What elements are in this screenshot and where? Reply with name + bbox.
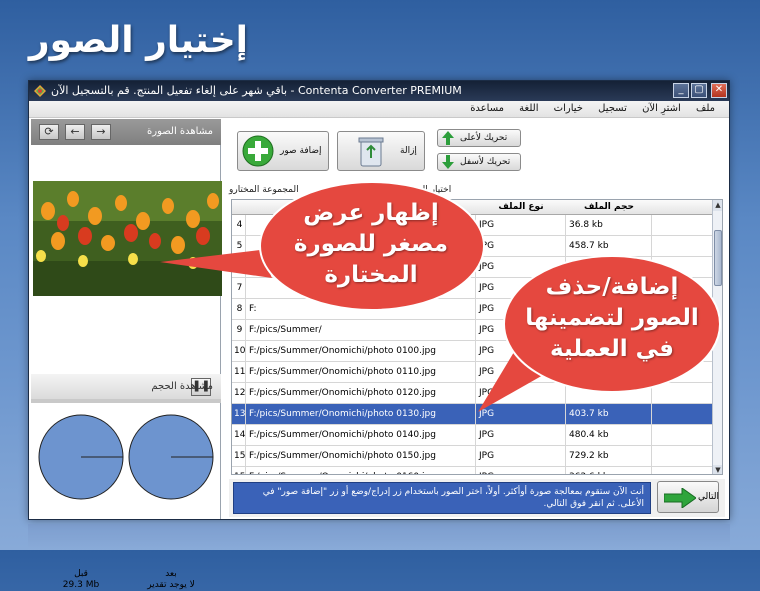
cell-size: 729.2 kb bbox=[566, 446, 652, 467]
preview-callout: إظهار عرض مصغر للصورة المختارة bbox=[160, 180, 490, 340]
cell-num: 12 bbox=[232, 383, 246, 404]
scroll-down-icon[interactable]: ▼ bbox=[713, 465, 722, 474]
before-value: 29.3 Mb bbox=[62, 580, 100, 590]
after-label: بعد bbox=[165, 569, 177, 579]
menu-options[interactable]: خيارات bbox=[548, 101, 589, 116]
page-heading: إختيار الصور bbox=[28, 20, 248, 61]
cell-num: 10 bbox=[232, 341, 246, 362]
cell-path: F:/pics/Summer/Onomichi/photo 0110.jpg bbox=[246, 362, 476, 383]
cell-extra bbox=[652, 467, 712, 474]
before-label-block: قبل 29.3 Mb bbox=[41, 569, 121, 591]
arrow-right-icon bbox=[664, 488, 696, 508]
recycle-bin-icon bbox=[358, 137, 384, 167]
cell-num: 14 bbox=[232, 425, 246, 446]
cell-extra bbox=[652, 446, 712, 467]
menu-language[interactable]: اللغة bbox=[513, 101, 544, 116]
before-label: قبل bbox=[74, 569, 88, 579]
arrow-right-icon[interactable]: → bbox=[91, 124, 111, 140]
after-value: لا يوجد تقدير bbox=[147, 580, 195, 590]
footer: أنت الآن ستقوم بمعالجة صورة أوأكثر. أولا… bbox=[229, 479, 725, 517]
preview-callout-text: إظهار عرض مصغر للصورة المختارة bbox=[293, 200, 449, 288]
remove-label: إزالة bbox=[400, 146, 417, 156]
cell-path: F:/pics/Summer/Onomichi/photo 0140.jpg bbox=[246, 425, 476, 446]
minimize-icon[interactable]: _ bbox=[673, 83, 689, 98]
table-row[interactable]: 15F:/pics/Summer/Onomichi/photo 0160.jpg… bbox=[232, 467, 712, 474]
window-title: باقي شهر على إلغاء تفعيل المنتج. قم بالت… bbox=[51, 84, 462, 97]
cell-num: 11 bbox=[232, 362, 246, 383]
table-row[interactable]: 14 F:/pics/Summer/Onomichi/photo 0140.jpg… bbox=[232, 425, 712, 446]
menu-help[interactable]: مساعدة bbox=[464, 101, 510, 116]
after-label-block: بعد لا يوجد تقدير bbox=[131, 569, 211, 591]
rotate-icon[interactable]: ⟳ bbox=[39, 124, 59, 140]
size-title: مشاهدة الحجم bbox=[151, 381, 213, 392]
divider bbox=[31, 399, 221, 403]
move-down-button[interactable]: تحريك لأسفل bbox=[437, 153, 521, 171]
preview-title: مشاهدة الصورة bbox=[147, 126, 213, 137]
arrow-up-icon bbox=[442, 131, 454, 145]
next-button[interactable]: التالي bbox=[657, 481, 719, 513]
cell-size: 362.6 kb bbox=[566, 467, 652, 474]
window-reflection bbox=[28, 524, 730, 550]
title-bar[interactable]: باقي شهر على إلغاء تفعيل المنتج. قم بالت… bbox=[29, 81, 729, 101]
cell-extra bbox=[652, 215, 712, 236]
app-logo-icon bbox=[34, 85, 46, 97]
arrow-down-icon bbox=[442, 155, 454, 169]
cell-path: F:/pics/Summer/Onomichi/photo 0160.jpg bbox=[246, 467, 476, 474]
instruction-text: أنت الآن ستقوم بمعالجة صورة أوأكثر. أولا… bbox=[233, 482, 651, 514]
cell-num: 15 bbox=[232, 446, 246, 467]
menu-bar: ملف اشترِ الآن تسجيل خيارات اللغة مساعدة bbox=[29, 101, 729, 118]
menu-register[interactable]: تسجيل bbox=[592, 101, 633, 116]
add-remove-callout-text: إضافة/حذف الصور لتضمينها في العملية bbox=[525, 274, 699, 362]
cell-path: F:/pics/Summer/Onomichi/photo 0120.jpg bbox=[246, 383, 476, 404]
close-icon[interactable]: ✕ bbox=[711, 83, 727, 98]
move-up-button[interactable]: تحريك لأعلى bbox=[437, 129, 521, 147]
cell-path: F:/pics/Summer/Onomichi/photo 0100.jpg bbox=[246, 341, 476, 362]
maximize-icon[interactable]: ▢ bbox=[691, 83, 707, 98]
add-images-label: إضافة صور bbox=[280, 146, 322, 156]
scroll-up-icon[interactable]: ▲ bbox=[713, 200, 722, 211]
preview-panel-header: ⟳ ← → مشاهدة الصورة bbox=[31, 119, 221, 145]
add-images-button[interactable]: إضافة صور bbox=[237, 131, 329, 171]
cell-path: F:/pics/Summer/Onomichi/photo 0130.jpg bbox=[246, 404, 476, 425]
cell-type: JPG bbox=[476, 467, 566, 474]
next-label: التالي bbox=[698, 492, 719, 502]
cell-type: JPG bbox=[476, 446, 566, 467]
cell-extra bbox=[652, 425, 712, 446]
cell-type: JPG bbox=[476, 425, 566, 446]
menu-file[interactable]: ملف bbox=[690, 101, 721, 116]
table-row[interactable]: 15 F:/pics/Summer/Onomichi/photo 0150.jpg… bbox=[232, 446, 712, 467]
cell-num: 13 bbox=[232, 404, 246, 425]
move-down-label: تحريك لأسفل bbox=[460, 157, 511, 167]
cell-path: F:/pics/Summer/Onomichi/photo 0150.jpg bbox=[246, 446, 476, 467]
size-panel-header: ❚❚ مشاهدة الحجم bbox=[31, 374, 221, 400]
plus-icon bbox=[242, 135, 274, 167]
remove-button[interactable]: إزالة bbox=[337, 131, 425, 171]
cell-size: 480.4 kb bbox=[566, 425, 652, 446]
add-remove-callout: إضافة/حذف الصور لتضمينها في العملية bbox=[462, 252, 722, 417]
menu-buy-now[interactable]: اشترِ الآن bbox=[636, 101, 687, 116]
move-up-label: تحريك لأعلى bbox=[460, 133, 508, 143]
arrow-left-icon[interactable]: ← bbox=[65, 124, 85, 140]
size-pies bbox=[38, 414, 214, 500]
cell-num: 15 bbox=[232, 467, 246, 474]
cell-size: 36.8 kb bbox=[566, 215, 652, 236]
column-header-size[interactable]: حجم الملف bbox=[566, 202, 652, 212]
